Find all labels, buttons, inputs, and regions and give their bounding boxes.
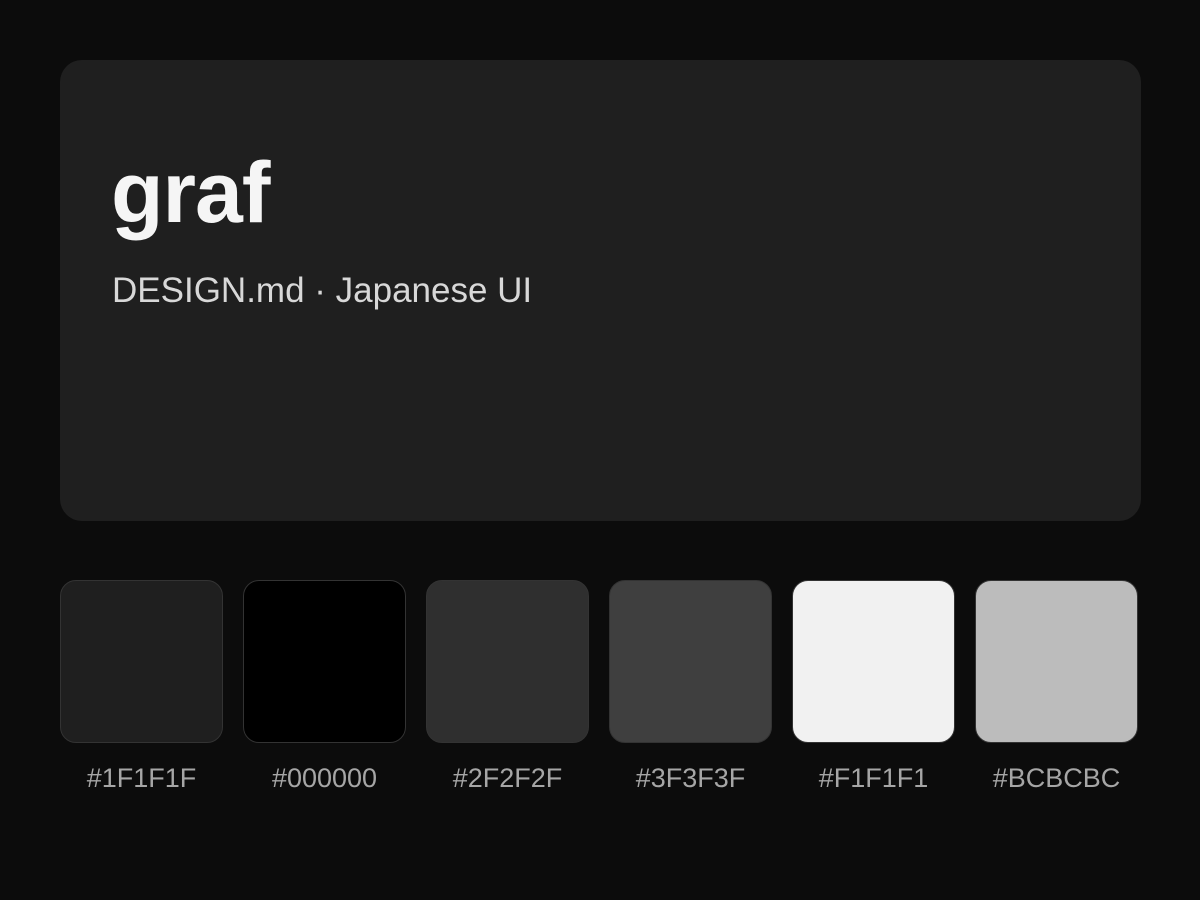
swatch-2-color-box bbox=[243, 580, 406, 743]
swatch-2-label: #000000 bbox=[271, 763, 378, 793]
swatch-4-color-box bbox=[609, 580, 772, 743]
hero-title: graf bbox=[111, 145, 270, 241]
swatch-4-label: #3F3F3F bbox=[635, 763, 746, 793]
swatch-1-color-box bbox=[60, 580, 223, 743]
hero-card: graf DESIGN.md · Japanese UI bbox=[60, 60, 1141, 521]
swatch-2: #000000 bbox=[243, 580, 406, 792]
swatch-3: #2F2F2F bbox=[426, 580, 589, 792]
swatch-3-label: #2F2F2F bbox=[452, 763, 563, 793]
swatch-6: #BCBCBC bbox=[975, 580, 1138, 792]
hero-subtitle: DESIGN.md · Japanese UI bbox=[112, 271, 533, 310]
color-swatches: #1F1F1F #000000 #2F2F2F #3F3F3F #F1F1F1 … bbox=[60, 580, 1140, 820]
swatch-6-color-box bbox=[975, 580, 1138, 743]
swatch-1-label: #1F1F1F bbox=[86, 763, 197, 793]
swatch-1: #1F1F1F bbox=[60, 580, 223, 792]
page: graf DESIGN.md · Japanese UI #1F1F1F #00… bbox=[0, 0, 1200, 900]
swatch-6-label: #BCBCBC bbox=[992, 763, 1121, 793]
swatch-5-color-box bbox=[792, 580, 955, 743]
swatch-5-label: #F1F1F1 bbox=[818, 763, 929, 793]
swatch-4: #3F3F3F bbox=[609, 580, 772, 792]
swatch-5: #F1F1F1 bbox=[792, 580, 955, 792]
swatch-3-color-box bbox=[426, 580, 589, 743]
